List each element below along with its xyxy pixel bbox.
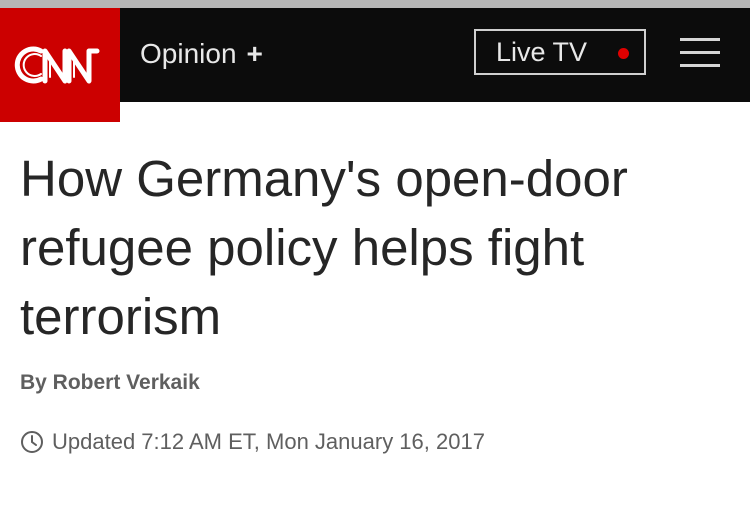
cnn-logo-mark [14, 46, 100, 84]
hamburger-menu-icon [680, 64, 720, 67]
hamburger-menu-icon [680, 38, 720, 41]
section-nav-opinion[interactable]: Opinion + [140, 34, 263, 74]
hamburger-menu-icon [680, 51, 720, 54]
top-strip [0, 0, 750, 8]
article-byline: By Robert Verkaik [20, 371, 200, 394]
menu-button[interactable] [680, 38, 720, 68]
live-tv-button[interactable]: Live TV [474, 29, 646, 75]
article-timestamp: Updated 7:12 AM ET, Mon January 16, 2017 [20, 429, 485, 455]
timestamp-text: Updated 7:12 AM ET, Mon January 16, 2017 [52, 429, 485, 454]
live-indicator-icon [618, 48, 629, 59]
expand-plus-icon: + [246, 38, 263, 69]
article-headline: How Germany's open-door refugee policy h… [20, 150, 628, 345]
section-label: Opinion [140, 38, 237, 69]
live-tv-label: Live TV [496, 36, 588, 67]
clock-icon [21, 431, 43, 453]
cnn-logo[interactable] [0, 8, 120, 122]
